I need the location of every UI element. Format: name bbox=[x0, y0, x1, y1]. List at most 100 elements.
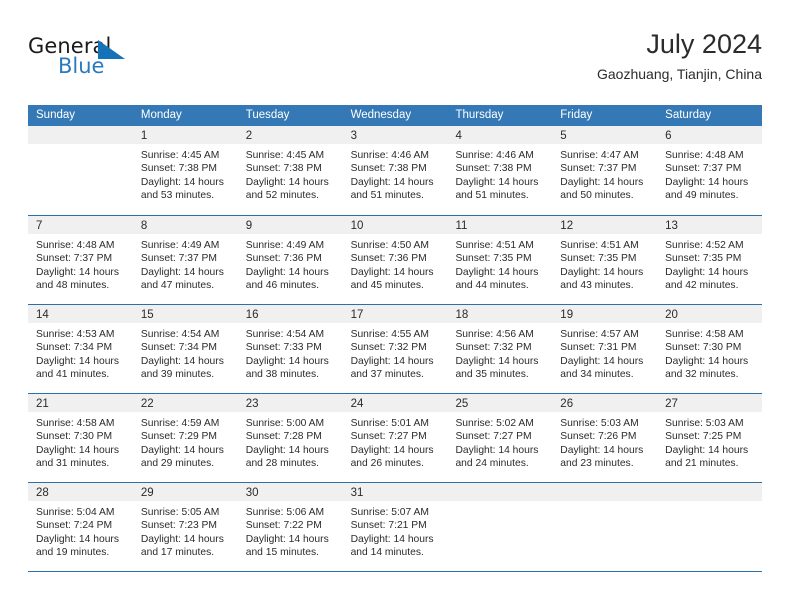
day-cell[interactable]: 18 Sunrise: 4:56 AM Sunset: 7:32 PM Dayligh… bbox=[447, 305, 553, 393]
day-cell[interactable]: 31 Sunrise: 5:07 AM Sunset: 7:21 PM Dayligh… bbox=[342, 483, 448, 571]
day-detail-line: Daylight: 14 hours bbox=[245, 266, 329, 278]
day-detail-line: and 14 minutes. bbox=[350, 547, 424, 559]
day-cell[interactable]: 9 Sunrise: 4:49 AM Sunset: 7:36 PM Daylight… bbox=[237, 216, 343, 304]
day-detail-line: Daylight: 14 hours bbox=[245, 355, 329, 367]
day-cell[interactable]: 23 Sunrise: 5:00 AM Sunset: 7:28 PM Dayligh… bbox=[237, 394, 343, 482]
day-detail-line: Sunrise: 4:55 AM bbox=[350, 329, 429, 340]
day-detail-line: Daylight: 14 hours bbox=[36, 444, 119, 456]
day-detail-line: Sunrise: 4:48 AM bbox=[36, 240, 115, 251]
day-cell[interactable]: 21 Sunrise: 4:58 AM Sunset: 7:30 PM Dayligh… bbox=[28, 394, 133, 482]
day-detail-line: and 51 minutes. bbox=[455, 190, 529, 202]
day-number-band: 24 bbox=[342, 394, 448, 412]
day-detail-line: and 38 minutes. bbox=[245, 369, 319, 381]
day-cell[interactable]: 6 Sunrise: 4:48 AM Sunset: 7:37 PM Daylight… bbox=[657, 126, 763, 215]
day-cell[interactable]: 3 Sunrise: 4:46 AM Sunset: 7:38 PM Daylight… bbox=[342, 126, 448, 215]
weekday-header-sunday: Sunday bbox=[36, 109, 76, 121]
page-subtitle: Gaozhuang, Tianjin, China bbox=[597, 66, 762, 82]
day-number: 8 bbox=[140, 220, 148, 232]
day-detail-line: Sunset: 7:21 PM bbox=[350, 520, 427, 532]
day-detail-line: and 17 minutes. bbox=[140, 547, 215, 559]
day-detail-line: Sunrise: 5:01 AM bbox=[350, 418, 429, 429]
day-detail-line: Sunset: 7:37 PM bbox=[36, 253, 113, 265]
day-number: 7 bbox=[36, 220, 43, 232]
day-number: 15 bbox=[140, 309, 154, 321]
day-number: 24 bbox=[350, 398, 364, 410]
day-number-band: 20 bbox=[657, 305, 763, 323]
day-details: Sunrise: 5:01 AM Sunset: 7:27 PM Daylight:… bbox=[343, 412, 448, 471]
day-number-band: 21 bbox=[28, 394, 133, 412]
day-number: 20 bbox=[665, 309, 678, 321]
day-detail-line: Daylight: 14 hours bbox=[665, 266, 749, 278]
day-cell[interactable]: 10 Sunrise: 4:50 AM Sunset: 7:36 PM Dayligh… bbox=[342, 216, 448, 304]
weekday-header-friday: Friday bbox=[560, 109, 593, 121]
day-cell[interactable]: 16 Sunrise: 4:54 AM Sunset: 7:33 PM Dayligh… bbox=[237, 305, 343, 393]
day-cell[interactable]: 7 Sunrise: 4:48 AM Sunset: 7:37 PM Daylight… bbox=[28, 216, 133, 304]
day-cell[interactable]: 25 Sunrise: 5:02 AM Sunset: 7:27 PM Dayligh… bbox=[447, 394, 553, 482]
day-cell[interactable]: 2 Sunrise: 4:45 AM Sunset: 7:38 PM Daylight… bbox=[237, 126, 343, 215]
day-number-band: 18 bbox=[447, 305, 553, 323]
day-number-band: 3 bbox=[342, 126, 448, 144]
day-cell[interactable]: 15 Sunrise: 4:54 AM Sunset: 7:34 PM Dayligh… bbox=[132, 305, 238, 393]
day-cell[interactable]: 8 Sunrise: 4:49 AM Sunset: 7:37 PM Daylight… bbox=[132, 216, 238, 304]
day-cell[interactable]: 5 Sunrise: 4:47 AM Sunset: 7:37 PM Daylight… bbox=[552, 126, 658, 215]
day-number: 27 bbox=[665, 398, 678, 410]
day-cell[interactable]: 29 Sunrise: 5:05 AM Sunset: 7:23 PM Dayligh… bbox=[132, 483, 238, 571]
day-number: 6 bbox=[665, 130, 672, 142]
day-cell[interactable]: 24 Sunrise: 5:01 AM Sunset: 7:27 PM Dayligh… bbox=[342, 394, 448, 482]
day-cell[interactable]: 17 Sunrise: 4:55 AM Sunset: 7:32 PM Dayligh… bbox=[342, 305, 448, 393]
day-number-band bbox=[28, 126, 133, 144]
day-detail-line: and 51 minutes. bbox=[350, 190, 424, 202]
calendar-week-row: 1 Sunrise: 4:45 AM Sunset: 7:38 PM Daylight… bbox=[28, 126, 763, 215]
day-cell[interactable]: 19 Sunrise: 4:57 AM Sunset: 7:31 PM Dayligh… bbox=[552, 305, 658, 393]
day-detail-line: Sunset: 7:27 PM bbox=[350, 431, 427, 443]
day-detail-line: Daylight: 14 hours bbox=[245, 533, 329, 545]
day-detail-line: Daylight: 14 hours bbox=[560, 266, 644, 278]
day-details: Sunrise: 4:54 AM Sunset: 7:34 PM Daylight:… bbox=[133, 323, 238, 382]
day-number: 17 bbox=[350, 309, 364, 321]
day-cell[interactable]: 20 Sunrise: 4:58 AM Sunset: 7:30 PM Dayligh… bbox=[657, 305, 763, 393]
day-number-band: 26 bbox=[552, 394, 658, 412]
day-details: Sunrise: 4:54 AM Sunset: 7:33 PM Daylight:… bbox=[238, 323, 343, 382]
day-detail-line: Sunset: 7:34 PM bbox=[36, 342, 113, 354]
day-cell[interactable]: 4 Sunrise: 4:46 AM Sunset: 7:38 PM Daylight… bbox=[447, 126, 553, 215]
day-detail-line: and 31 minutes. bbox=[36, 458, 110, 470]
day-cell[interactable]: 1 Sunrise: 4:45 AM Sunset: 7:38 PM Daylight… bbox=[132, 126, 238, 215]
day-detail-line: Daylight: 14 hours bbox=[665, 176, 749, 188]
day-detail-line: Sunrise: 5:04 AM bbox=[36, 507, 115, 518]
brand-logo[interactable]: General Blue bbox=[28, 34, 178, 86]
day-detail-line: Sunrise: 5:05 AM bbox=[140, 507, 220, 518]
day-details: Sunrise: 5:07 AM Sunset: 7:21 PM Daylight:… bbox=[343, 501, 448, 560]
day-number-band: 29 bbox=[132, 483, 238, 501]
day-detail-line: Daylight: 14 hours bbox=[140, 266, 224, 278]
weekday-header-monday: Monday bbox=[140, 109, 182, 121]
day-detail-line: Sunrise: 4:58 AM bbox=[665, 329, 744, 340]
weekday-header-tuesday: Tuesday bbox=[245, 109, 290, 121]
day-detail-line: Sunrise: 4:45 AM bbox=[245, 150, 325, 161]
day-detail-line: Daylight: 14 hours bbox=[455, 266, 539, 278]
calendar-week-row: 14 Sunrise: 4:53 AM Sunset: 7:34 PM Dayligh… bbox=[28, 304, 763, 393]
day-cell[interactable]: 12 Sunrise: 4:51 AM Sunset: 7:35 PM Dayligh… bbox=[552, 216, 658, 304]
day-detail-line: Sunset: 7:25 PM bbox=[665, 431, 742, 443]
day-number-band: 22 bbox=[132, 394, 238, 412]
day-detail-line: and 52 minutes. bbox=[245, 190, 319, 202]
day-cell[interactable]: 13 Sunrise: 4:52 AM Sunset: 7:35 PM Dayligh… bbox=[657, 216, 763, 304]
day-cell[interactable]: 28 Sunrise: 5:04 AM Sunset: 7:24 PM Dayligh… bbox=[28, 483, 133, 571]
day-cell[interactable]: 22 Sunrise: 4:59 AM Sunset: 7:29 PM Dayligh… bbox=[132, 394, 238, 482]
day-details: Sunrise: 4:45 AM Sunset: 7:38 PM Daylight:… bbox=[238, 144, 343, 203]
day-cell[interactable]: 26 Sunrise: 5:03 AM Sunset: 7:26 PM Dayligh… bbox=[552, 394, 658, 482]
day-detail-line: Sunset: 7:35 PM bbox=[665, 253, 742, 265]
day-detail-line: Daylight: 14 hours bbox=[350, 266, 434, 278]
day-detail-line: Sunrise: 4:46 AM bbox=[350, 150, 429, 161]
day-detail-line: Daylight: 14 hours bbox=[140, 355, 224, 367]
day-number-band bbox=[657, 483, 763, 501]
day-cell[interactable]: 30 Sunrise: 5:06 AM Sunset: 7:22 PM Dayligh… bbox=[237, 483, 343, 571]
day-cell[interactable]: 11 Sunrise: 4:51 AM Sunset: 7:35 PM Dayligh… bbox=[447, 216, 553, 304]
day-number: 31 bbox=[350, 487, 364, 499]
day-detail-line: Sunset: 7:32 PM bbox=[455, 342, 532, 354]
day-detail-line: Sunrise: 4:54 AM bbox=[245, 329, 325, 340]
day-number: 4 bbox=[455, 130, 462, 142]
day-number-band: 16 bbox=[237, 305, 343, 323]
day-cell[interactable]: 14 Sunrise: 4:53 AM Sunset: 7:34 PM Dayligh… bbox=[28, 305, 133, 393]
day-detail-line: Sunset: 7:38 PM bbox=[350, 163, 427, 175]
day-cell[interactable]: 27 Sunrise: 5:03 AM Sunset: 7:25 PM Dayligh… bbox=[657, 394, 763, 482]
